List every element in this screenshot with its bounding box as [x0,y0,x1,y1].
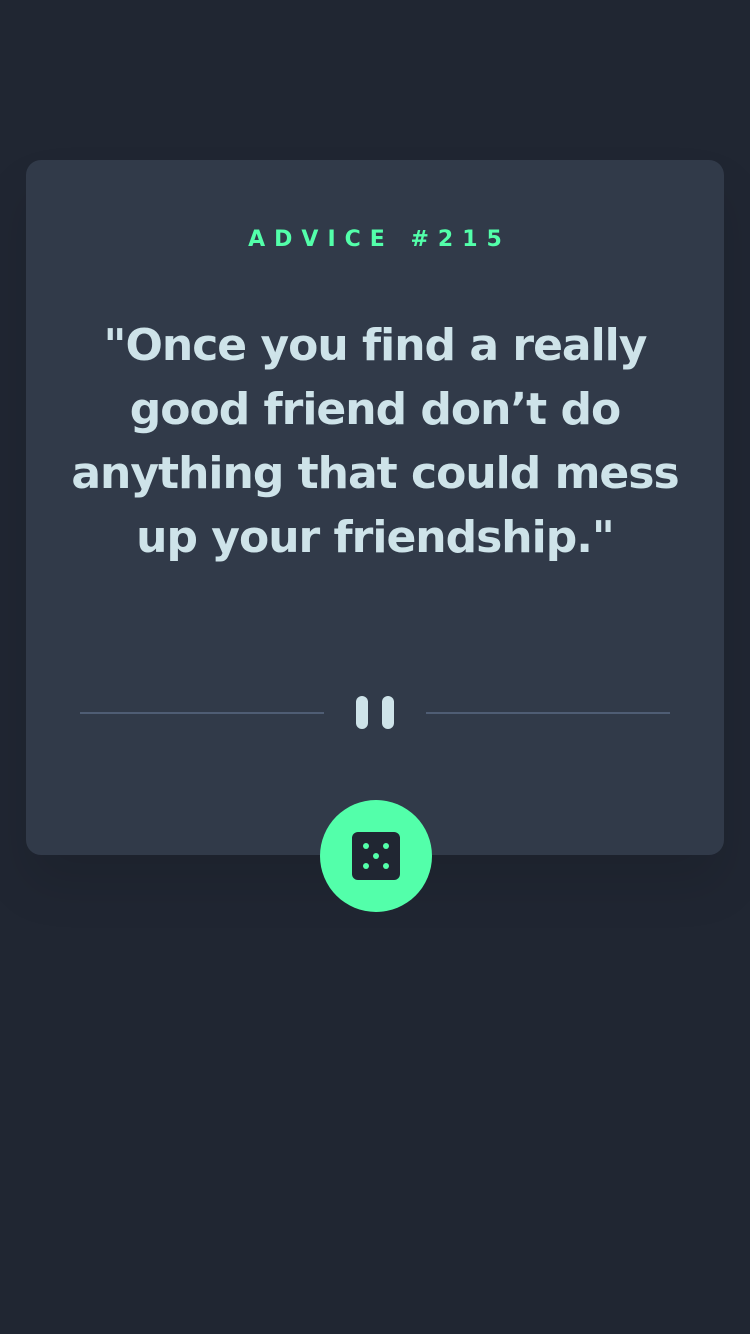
pattern-divider [80,696,670,729]
divider-line-right [426,712,670,714]
dice-icon [352,832,400,880]
pause-icon-bar-right [382,696,394,729]
advice-id-label: ADVICE #215 [248,227,511,252]
divider-line-left [80,712,324,714]
pause-icon-bar-left [356,696,368,729]
advice-quote: "Once you find a really good friend don’… [71,320,679,563]
generate-advice-button[interactable] [320,800,432,912]
